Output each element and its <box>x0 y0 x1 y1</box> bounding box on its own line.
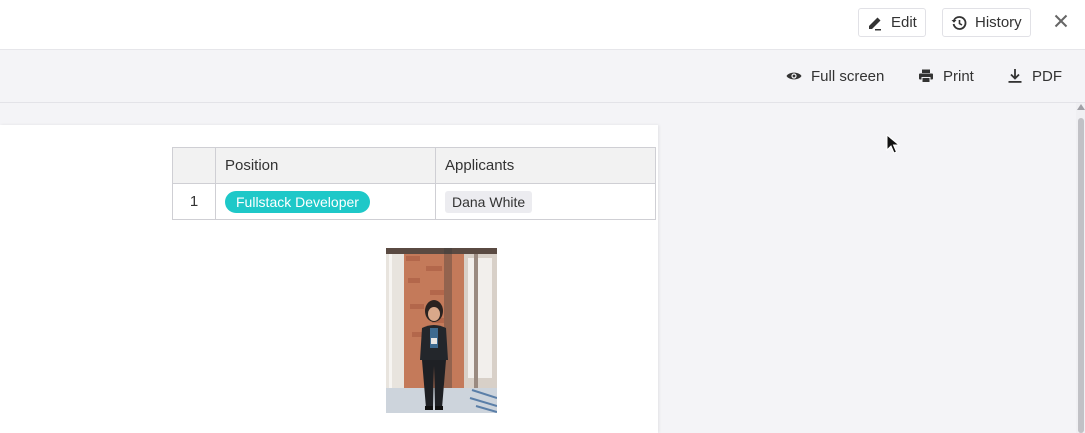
applicant-chip[interactable]: Dana White <box>445 190 533 213</box>
close-button[interactable] <box>1050 10 1072 32</box>
pdf-label: PDF <box>1032 67 1062 85</box>
pdf-button[interactable]: PDF <box>1007 65 1062 87</box>
document-toolbar: Full screen Print PDF <box>0 50 1085 103</box>
position-cell: Fullstack Developer <box>215 183 436 220</box>
scroll-up-arrow-icon[interactable] <box>1077 104 1085 110</box>
fullscreen-label: Full screen <box>811 67 885 85</box>
eye-icon <box>786 72 802 80</box>
pencil-icon <box>869 17 881 30</box>
applicants-column-header: Applicants <box>435 147 656 184</box>
history-button[interactable]: History <box>942 8 1031 37</box>
top-bar: Edit History <box>0 0 1085 50</box>
download-icon <box>1008 69 1022 83</box>
fullscreen-button[interactable]: Full screen <box>786 65 884 87</box>
table-row[interactable]: 1 Fullstack Developer Dana White <box>172 183 656 220</box>
index-column-header <box>172 147 216 184</box>
close-icon <box>1054 14 1068 28</box>
mouse-cursor-icon <box>886 134 900 154</box>
applicants-table: Position Applicants 1 Fullstack Develope… <box>172 147 656 220</box>
history-icon <box>951 15 967 30</box>
print-button[interactable]: Print <box>918 65 974 87</box>
document-page: Position Applicants 1 Fullstack Develope… <box>0 125 658 433</box>
history-button-label: History <box>975 14 1022 31</box>
table-header-row: Position Applicants <box>172 147 656 184</box>
edit-button-label: Edit <box>891 14 917 31</box>
scrollbar-thumb[interactable] <box>1078 118 1084 433</box>
applicant-photo <box>386 248 497 413</box>
printer-icon <box>919 69 933 83</box>
print-label: Print <box>943 67 974 85</box>
position-column-header: Position <box>215 147 436 184</box>
edit-button[interactable]: Edit <box>858 8 926 37</box>
position-tag: Fullstack Developer <box>225 190 370 213</box>
row-index: 1 <box>172 183 216 220</box>
applicant-cell: Dana White <box>435 183 656 220</box>
